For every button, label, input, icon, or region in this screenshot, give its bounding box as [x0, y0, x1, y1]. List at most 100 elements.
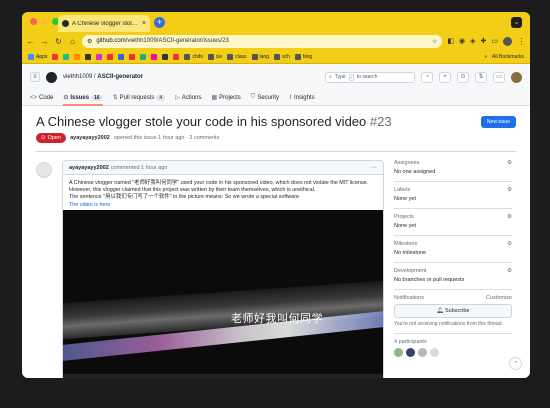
menu-icon[interactable]: ≡: [30, 72, 40, 82]
owner-link[interactable]: viethh1009: [63, 74, 92, 80]
sidepanel-icon[interactable]: ▭: [491, 37, 498, 45]
puzzle-extensions-icon[interactable]: ✚: [481, 37, 487, 45]
address-bar[interactable]: ⚙ github.com/viethh1009/ASCII-generator/…: [82, 34, 443, 48]
github-logo-icon[interactable]: [46, 71, 57, 83]
actions-icon: ▷: [175, 95, 180, 101]
window-controls: [30, 18, 59, 25]
reload-icon[interactable]: ↻: [54, 37, 63, 46]
bookmark-item[interactable]: sch: [273, 53, 290, 60]
development-title[interactable]: Development ⚙: [394, 268, 512, 274]
profile-avatar[interactable]: [503, 36, 512, 46]
tab-projects[interactable]: ▦ Projects: [211, 94, 240, 105]
site-info-icon[interactable]: ⚙: [87, 38, 92, 45]
bookmark-item[interactable]: [140, 53, 147, 60]
avatar[interactable]: [406, 348, 415, 357]
bookmark-item[interactable]: cie: [207, 53, 222, 60]
bookmark-item[interactable]: [96, 53, 103, 60]
github-favicon-icon: [62, 20, 69, 27]
assignees-title[interactable]: Assignees ⚙: [394, 160, 512, 166]
bookmark-item[interactable]: [52, 53, 59, 60]
github-header: ≡ viethh1009 / ASCII-generator ⌕ Type / …: [22, 64, 530, 90]
projects-title[interactable]: Projects ⚙: [394, 214, 512, 220]
tab-pull-requests[interactable]: ⇅ Pull requests 4: [113, 94, 166, 105]
extension-icon[interactable]: ◧: [447, 37, 454, 45]
bookmark-item[interactable]: [85, 53, 92, 60]
bookmark-item[interactable]: Apps: [28, 53, 47, 60]
milestone-title[interactable]: Milestone ⚙: [394, 241, 512, 247]
issues-icon[interactable]: ⊙: [457, 71, 469, 83]
bookmark-item[interactable]: [63, 53, 70, 60]
projects-icon: ▦: [211, 95, 218, 101]
tab-code[interactable]: <> Code: [30, 95, 53, 105]
gear-icon: ⚙: [507, 214, 512, 220]
security-icon: ⛉: [250, 94, 256, 100]
new-tab-button[interactable]: +: [154, 17, 165, 28]
tab-close-icon[interactable]: ×: [142, 20, 146, 27]
tab-counter: 16: [91, 94, 103, 101]
bookmark-item[interactable]: [129, 53, 136, 60]
search-input[interactable]: ⌕ Type / to search: [325, 71, 415, 83]
customize-link[interactable]: Customize: [486, 295, 512, 301]
new-issue-button[interactable]: New issue: [480, 116, 516, 128]
comment-author-avatar[interactable]: [36, 162, 52, 178]
extension-icon[interactable]: ◈: [470, 37, 475, 45]
inbox-icon[interactable]: ▭: [493, 71, 505, 83]
video-controls[interactable]: [63, 373, 383, 378]
subscribe-button[interactable]: 🔔︎ Subscribe: [394, 304, 512, 318]
gear-icon: ⚙: [507, 241, 512, 247]
menu-dots-icon[interactable]: ⋮: [517, 37, 526, 46]
pull-requests-icon: ⇅: [112, 95, 118, 101]
bookmark-item[interactable]: [118, 53, 125, 60]
avatar[interactable]: [418, 348, 427, 357]
user-avatar[interactable]: [511, 71, 522, 83]
issue-header: A Chinese vlogger stole your code in his…: [22, 106, 530, 143]
author-link[interactable]: ayayayayy2002: [70, 135, 110, 141]
tab-label: Pull requests: [119, 94, 155, 101]
repo-link[interactable]: ASCII-generator: [97, 74, 143, 80]
bookmark-favicon-icon: [28, 53, 34, 60]
tab-label: Code: [39, 95, 54, 101]
video-link[interactable]: The video is here: [69, 202, 110, 208]
extension-icon[interactable]: ◉: [459, 37, 465, 45]
bookmark-item[interactable]: chibi: [184, 53, 203, 60]
bookmark-item[interactable]: [151, 53, 158, 60]
comment-author-link[interactable]: ayayayayy2002: [69, 165, 109, 171]
issues-icon: ⊙: [63, 95, 69, 101]
avatar[interactable]: [430, 348, 439, 357]
bookmark-item[interactable]: [173, 53, 180, 60]
copilot-icon[interactable]: ◔: [421, 71, 433, 83]
avatar[interactable]: [394, 348, 403, 357]
back-arrow-icon[interactable]: ←: [26, 37, 35, 46]
comment-line: The sentence "用以我们专门写了一个软件" in the pictu…: [69, 194, 300, 201]
browser-tab-active[interactable]: A Chinese vlogger stole your code ×: [58, 15, 150, 32]
tab-issues[interactable]: ⊙ Issues 16: [63, 94, 103, 106]
tab-actions[interactable]: ▷ Actions: [175, 94, 201, 105]
embedded-video[interactable]: 老师好我叫何同学: [63, 209, 383, 378]
bookmark-item[interactable]: blog: [294, 53, 312, 60]
bookmark-item[interactable]: [74, 53, 81, 60]
bookmark-item[interactable]: lang: [251, 53, 269, 60]
bookmark-favicon-icon: [74, 53, 81, 60]
forward-arrow-icon[interactable]: →: [40, 37, 49, 46]
create-new-icon[interactable]: +: [439, 71, 451, 83]
tab-security[interactable]: ⛉ Security: [251, 94, 279, 105]
more-options-icon[interactable]: ···: [370, 164, 377, 171]
bookmark-star-icon[interactable]: ☆: [432, 38, 437, 45]
bookmarks-overflow-icon[interactable]: »: [484, 54, 487, 60]
all-bookmarks-button[interactable]: All Bookmarks: [492, 54, 524, 60]
close-window-button[interactable]: [30, 18, 37, 25]
pull-requests-icon[interactable]: ⇅: [475, 71, 487, 83]
tab-search-icon[interactable]: ⌄: [511, 17, 522, 28]
bookmark-item[interactable]: class: [227, 53, 247, 60]
home-icon[interactable]: ⌂: [68, 37, 77, 46]
copilot-chat-icon[interactable]: ◔: [509, 357, 522, 370]
bookmark-item[interactable]: [107, 53, 114, 60]
tab-label: Issues: [70, 94, 90, 101]
tab-insights[interactable]: ⌇ Insights: [289, 94, 315, 105]
video-subtitle: 老师好我叫何同学: [231, 311, 323, 325]
bookmark-favicon-icon: [207, 53, 214, 60]
code-icon: <>: [30, 95, 38, 101]
minimize-window-button[interactable]: [41, 18, 48, 25]
labels-title[interactable]: Labels ⚙: [394, 187, 512, 193]
bookmark-item[interactable]: [162, 53, 169, 60]
